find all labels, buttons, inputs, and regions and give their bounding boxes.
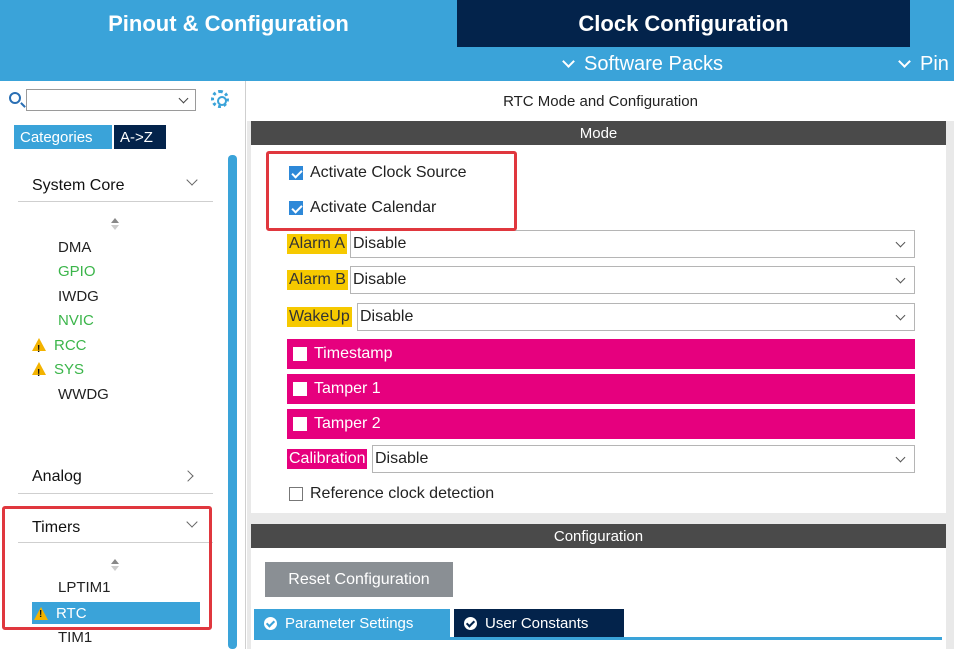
sidebar-item-dma[interactable]: DMA [58,238,91,258]
pinout-menu[interactable]: Pin [896,47,949,81]
timestamp-checkbox[interactable]: Timestamp [287,339,915,369]
checkbox-label: Reference clock detection [310,485,495,502]
tamper1-checkbox[interactable]: Tamper 1 [287,374,915,404]
tab-pinout-configuration[interactable]: Pinout & Configuration [0,0,457,47]
tab-label: User Constants [485,614,589,632]
main-panel: RTC Mode and Configuration Mode Activate… [247,81,954,649]
sub-menu-bar: Software Packs Pin [0,47,954,81]
select-value: Disable [353,235,407,252]
wakeup-label: WakeUp [287,307,352,327]
tab-more[interactable] [910,0,954,47]
group-analog[interactable]: Analog [32,468,82,486]
warning-icon [32,338,46,360]
calibration-label: Calibration [287,449,368,469]
sidebar-item-label: SYS [54,361,85,378]
checkbox-label: Tamper 1 [314,380,381,397]
sidebar-item-sys[interactable]: SYS [32,360,85,384]
reference-clock-checkbox[interactable]: Reference clock detection [289,485,494,503]
checkbox-unchecked-icon[interactable] [293,347,307,361]
divider [18,493,213,494]
tab-a-z[interactable]: A->Z [114,125,166,149]
wakeup-row: WakeUp Disable [287,303,915,331]
chevron-down-icon[interactable] [895,273,906,284]
chevron-down-icon[interactable] [178,93,189,104]
software-packs-label: Software Packs [584,52,723,75]
alarm-b-label: Alarm B [287,270,348,290]
wakeup-select[interactable]: Disable [357,303,915,331]
checkbox-unchecked-icon[interactable] [293,382,307,396]
checkbox-label: Timestamp [314,345,393,362]
alarm-a-row: Alarm A Disable [287,230,915,258]
calibration-select[interactable]: Disable [372,445,915,473]
tab-parameter-settings[interactable]: Parameter Settings [254,609,450,637]
tab-underline [254,637,942,640]
sort-icon[interactable] [111,218,119,230]
alarm-b-select[interactable]: Disable [350,266,915,294]
group-system-core[interactable]: System Core [32,177,124,195]
chevron-down-icon[interactable] [186,174,198,186]
tab-categories[interactable]: Categories [14,125,112,149]
page-title: RTC Mode and Configuration [247,81,954,121]
warning-icon [32,362,46,384]
tab-label: Parameter Settings [285,614,414,632]
tab-clock-configuration[interactable]: Clock Configuration [457,0,910,47]
chevron-right-icon[interactable] [182,470,194,482]
check-circle-icon [464,616,477,630]
search-icon [9,92,21,104]
highlight-box [2,506,212,630]
sidebar-item-rcc[interactable]: RCC [32,336,87,360]
tab-user-constants[interactable]: User Constants [454,609,624,637]
checkbox-label: Tamper 2 [314,415,381,432]
sidebar-item-gpio[interactable]: GPIO [58,262,96,282]
chevron-down-icon [898,54,911,68]
search-input[interactable] [26,89,196,111]
chevron-down-icon[interactable] [895,452,906,463]
reset-configuration-button[interactable]: Reset Configuration [265,562,453,597]
chevron-down-icon[interactable] [895,310,906,321]
checkbox-unchecked-icon[interactable] [293,417,307,431]
select-value: Disable [375,450,429,467]
sidebar-item-label: RCC [54,337,87,354]
select-value: Disable [353,271,407,288]
mode-section: Activate Clock Source Activate Calendar … [251,145,946,513]
sidebar-scrollbar[interactable] [228,155,237,649]
sidebar-item-tim1[interactable]: TIM1 [58,628,92,648]
pinout-menu-label: Pin [920,52,949,75]
alarm-b-row: Alarm B Disable [287,266,915,294]
checkbox-unchecked-icon[interactable] [289,487,303,501]
configuration-header: Configuration [251,524,946,548]
alarm-a-select[interactable]: Disable [350,230,915,258]
sidebar-item-wwdg[interactable]: WWDG [58,385,109,405]
chevron-down-icon [562,54,575,68]
highlight-box [266,151,517,231]
mode-header: Mode [251,121,946,145]
tamper2-checkbox[interactable]: Tamper 2 [287,409,915,439]
top-tab-bar: Pinout & Configuration Clock Configurati… [0,0,954,47]
gear-icon[interactable] [211,90,229,108]
alarm-a-label: Alarm A [287,234,348,254]
sidebar-item-nvic[interactable]: NVIC [58,311,94,331]
chevron-down-icon[interactable] [895,237,906,248]
software-packs-menu[interactable]: Software Packs [560,47,723,81]
sidebar-item-iwdg[interactable]: IWDG [58,287,99,307]
divider [18,201,213,202]
calibration-row: Calibration Disable [287,445,915,473]
select-value: Disable [360,308,414,325]
sidebar: Categories A->Z System Core DMA GPIO IWD… [0,81,246,649]
check-circle-icon [264,616,277,630]
